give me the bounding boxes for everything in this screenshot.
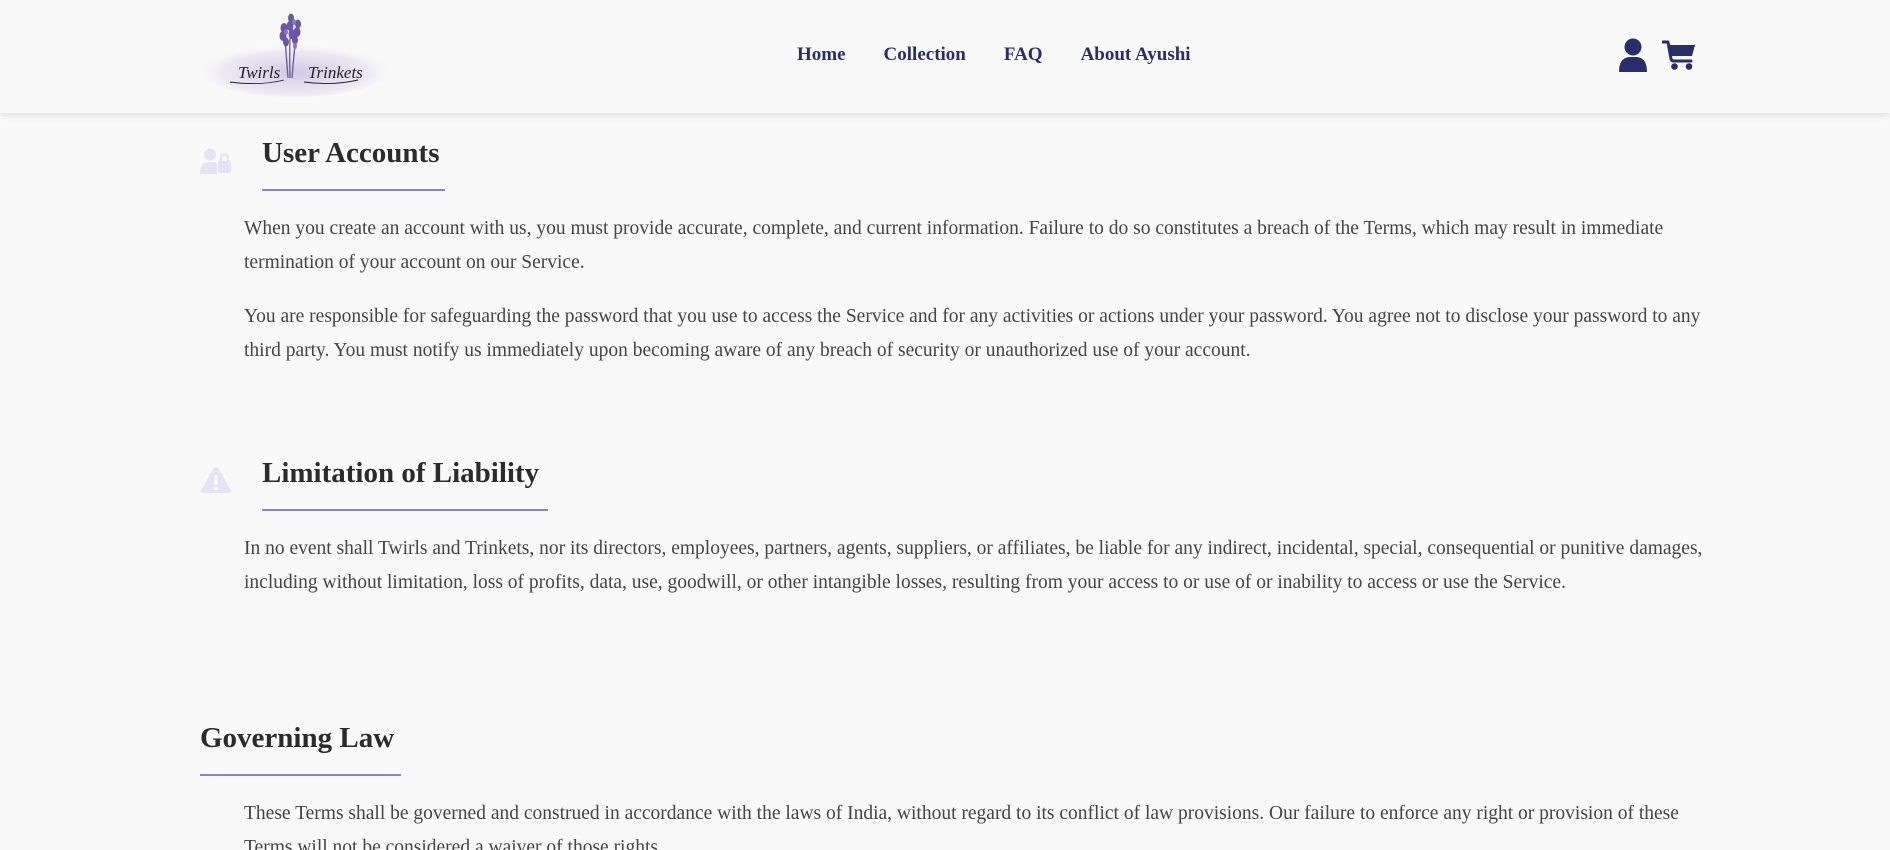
site-logo[interactable]: Twirls Trinkets [200, 8, 390, 103]
heading-underline [200, 774, 401, 776]
logo-text-left: Twirls [238, 63, 281, 82]
site-header: Twirls Trinkets Home Collection FAQ Abou… [0, 0, 1890, 113]
paragraph: In no event shall Twirls and Trinkets, n… [244, 538, 1703, 593]
heading-underline [262, 189, 445, 191]
logo-text-right: Trinkets [308, 63, 363, 82]
paragraph: You are responsible for safeguarding the… [244, 306, 1701, 361]
section-title-limitation-of-liability: Limitation of Liability [262, 457, 540, 489]
section-title-governing-law: Governing Law [200, 722, 395, 754]
user-icon[interactable] [1618, 38, 1648, 77]
nav-about-ayushi[interactable]: About Ayushi [1081, 44, 1191, 66]
nav-collection[interactable]: Collection [884, 44, 966, 66]
nav-home[interactable]: Home [797, 44, 846, 66]
main-nav: Home Collection FAQ About Ayushi [797, 44, 1191, 66]
paragraph: When you create an account with us, you … [244, 218, 1664, 273]
nav-faq[interactable]: FAQ [1004, 44, 1043, 66]
user-lock-icon [200, 148, 232, 179]
section-title-user-accounts: User Accounts [262, 137, 440, 169]
header-actions [1618, 38, 1696, 77]
cart-icon[interactable] [1660, 39, 1696, 76]
paragraph: These Terms shall be governed and constr… [244, 803, 1679, 850]
warning-icon [200, 466, 232, 499]
lavender-logo-icon: Twirls Trinkets [201, 13, 389, 97]
heading-underline [262, 509, 548, 511]
